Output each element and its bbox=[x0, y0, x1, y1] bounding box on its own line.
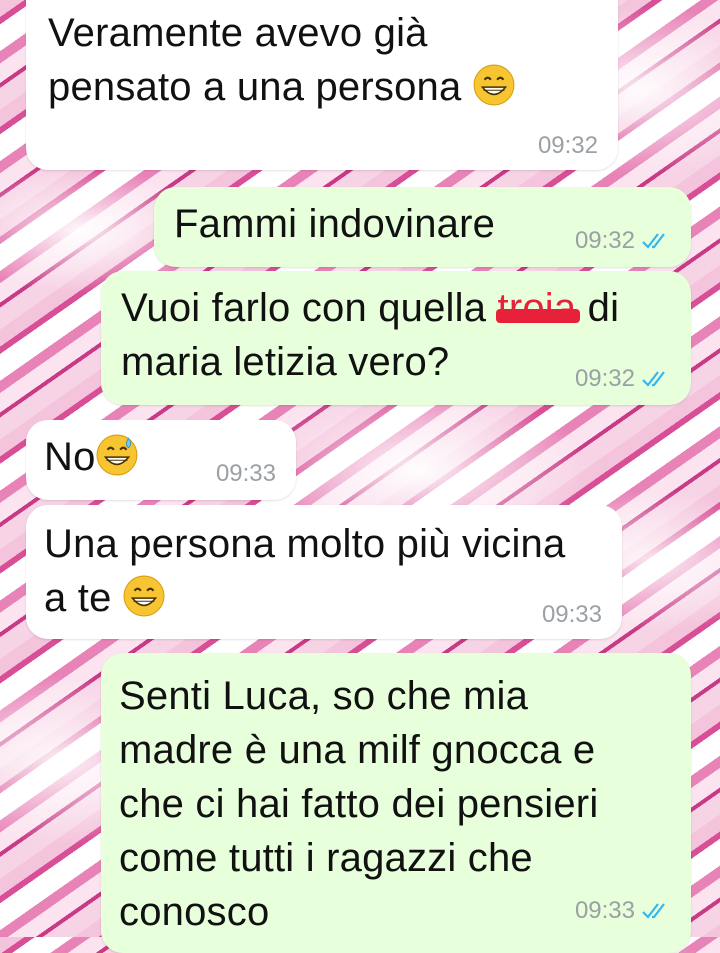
message-line: che ci hai fatto dei pensieri bbox=[119, 782, 599, 826]
message-text-part: Vuoi farlo con quella bbox=[121, 286, 498, 330]
message-time: 09:33 bbox=[215, 460, 276, 487]
message-meta: 09:32 bbox=[575, 365, 671, 393]
message-line: Fammi indovinare bbox=[174, 202, 496, 246]
message-text: Senti Luca, so che mia madre è una milf … bbox=[119, 669, 598, 939]
message-line: maria letizia vero? bbox=[121, 340, 450, 384]
censored-word: troia bbox=[495, 281, 581, 335]
message-line: Una persona molto più vicina bbox=[44, 522, 566, 566]
message-meta: 09:32 bbox=[575, 227, 671, 255]
message-line: come tutti i ragazzi che bbox=[119, 836, 533, 880]
double-check-read-icon bbox=[642, 903, 665, 919]
message-text-part: di bbox=[576, 286, 620, 330]
grinning-sweat-face-emoji-icon bbox=[96, 434, 138, 476]
message-line: Senti Luca, so che mia bbox=[119, 674, 529, 718]
message-time: 09:32 bbox=[537, 132, 598, 159]
message-meta: 09:32 bbox=[538, 132, 598, 160]
message-line: Veramente avevo già bbox=[48, 11, 428, 55]
message-outgoing[interactable]: Fammi indovinare 09:32 bbox=[154, 187, 691, 267]
message-time: 09:33 bbox=[541, 601, 602, 628]
message-text: Fammi indovinare bbox=[174, 197, 495, 251]
message-meta: 09:33 bbox=[575, 897, 671, 925]
message-incoming[interactable]: Una persona molto più vicina a te 09:33 bbox=[26, 505, 622, 639]
message-incoming[interactable]: Veramente avevo già pensato a una person… bbox=[26, 0, 618, 170]
message-line: pensato a una persona bbox=[48, 65, 462, 109]
message-text: Una persona molto più vicina a te bbox=[44, 517, 565, 625]
double-check-read-icon bbox=[642, 233, 665, 249]
message-line: madre è una milf gnocca e bbox=[119, 728, 596, 772]
message-text: Vuoi farlo con quella troia di maria let… bbox=[121, 281, 619, 389]
censored-word-text: troia bbox=[497, 286, 577, 330]
message-outgoing[interactable]: Vuoi farlo con quella troia di maria let… bbox=[101, 271, 691, 405]
message-line: a te bbox=[44, 576, 112, 620]
grinning-face-emoji-icon bbox=[473, 64, 515, 106]
double-check-read-icon bbox=[642, 371, 665, 387]
message-line: conosco bbox=[119, 890, 270, 934]
message-line: No bbox=[44, 435, 96, 479]
message-meta: 09:33 bbox=[542, 601, 602, 629]
message-incoming[interactable]: No 09:33 bbox=[26, 420, 296, 500]
message-time: 09:33 bbox=[574, 897, 635, 924]
grinning-face-emoji-icon bbox=[123, 575, 165, 617]
message-meta: 09:33 bbox=[216, 460, 276, 488]
message-outgoing[interactable]: Senti Luca, so che mia madre è una milf … bbox=[101, 653, 691, 953]
message-text: No bbox=[44, 430, 138, 484]
message-time: 09:32 bbox=[574, 365, 635, 392]
message-time: 09:32 bbox=[574, 227, 635, 254]
message-text: Veramente avevo già pensato a una person… bbox=[48, 6, 515, 114]
